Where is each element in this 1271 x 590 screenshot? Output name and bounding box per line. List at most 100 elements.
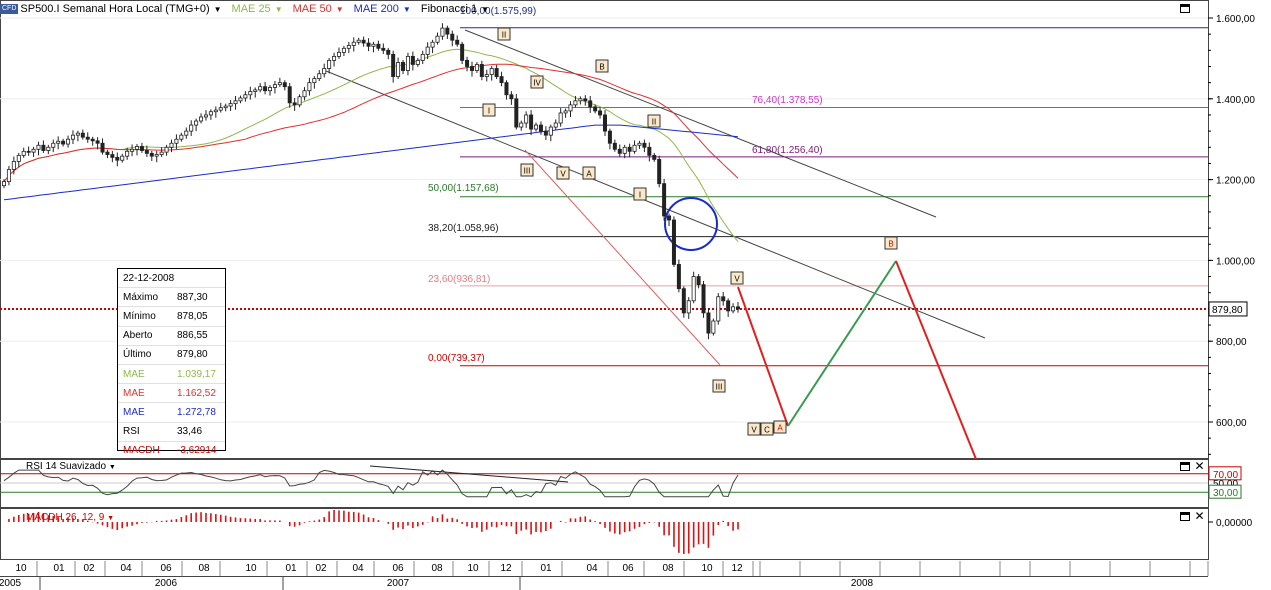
candle-body	[662, 183, 667, 217]
candle-body	[450, 33, 455, 41]
candle-body	[593, 106, 598, 112]
wave-label: III	[716, 383, 723, 392]
rsi-panel-label[interactable]: RSI 14 Suavizado ▼	[26, 461, 116, 472]
candle-body	[297, 96, 302, 106]
candle-body	[415, 60, 420, 65]
mae25-label: MAE 25	[231, 3, 271, 15]
dropdown-arrow-icon[interactable]: ▼	[107, 515, 114, 522]
dropdown-arrow-icon[interactable]: ▼	[403, 5, 411, 14]
month-label: 08	[198, 563, 210, 574]
year-label: 2008	[851, 578, 874, 589]
candle-body	[445, 27, 450, 35]
maximize-macd-icon[interactable]	[1180, 512, 1190, 521]
wave-label: A	[586, 170, 592, 179]
candle-body	[588, 100, 593, 108]
info-row-macdh: MACDH -3,62914	[118, 442, 225, 460]
candle-body	[56, 140, 61, 144]
candle-body	[164, 146, 169, 153]
candle-body	[396, 62, 401, 77]
chart-toolbar: CFD SP500.I Semanal Hora Local (TMG+0) ▼…	[0, 2, 499, 16]
dropdown-arrow-icon[interactable]: ▼	[481, 5, 489, 14]
candle-body	[612, 142, 617, 150]
candle-body	[736, 306, 741, 310]
candle-body	[686, 300, 691, 314]
info-key: MACDH	[123, 445, 160, 457]
candle-body	[263, 86, 268, 92]
dropdown-arrow-icon[interactable]: ▼	[336, 5, 344, 14]
dropdown-arrow-icon[interactable]: ▼	[275, 5, 283, 14]
candle-body	[381, 47, 386, 51]
candle-body	[189, 124, 194, 132]
candle-body	[213, 109, 218, 113]
candle-body	[110, 154, 115, 158]
candle-body	[642, 142, 647, 148]
candle-body	[671, 219, 676, 265]
wave-label: B	[888, 240, 893, 249]
data-window: 22-12-2008 Máximo 887,30 Mínimo 878,05 Abe…	[117, 268, 226, 456]
dropdown-arrow-icon[interactable]: ▼	[109, 464, 116, 471]
last-price-label: 879,80	[1212, 305, 1243, 316]
candle-body	[125, 150, 130, 157]
month-label: 10	[467, 563, 479, 574]
month-label: 10	[701, 563, 713, 574]
candle-body	[287, 86, 292, 104]
info-value: 1.272,78	[177, 406, 216, 418]
candle-body	[529, 114, 534, 130]
macd-panel-label[interactable]: MACDH 26, 12, 9 ▼	[26, 512, 114, 523]
price-tick-label: 800,00	[1216, 337, 1247, 348]
fib-label-f500: 50,00(1.157,68)	[428, 183, 499, 194]
candle-body	[391, 53, 396, 77]
symbol-selector[interactable]: CFD SP500.I Semanal Hora Local (TMG+0) ▼	[0, 3, 222, 15]
candle-body	[351, 41, 356, 46]
mae25-indicator[interactable]: MAE 25 ▼	[232, 3, 283, 15]
wave-label: II	[502, 31, 506, 40]
candle-body	[327, 60, 332, 69]
candle-body	[681, 288, 686, 314]
candle-body	[563, 110, 568, 114]
info-key: Mínimo	[123, 310, 156, 322]
maximize-main-icon[interactable]	[1180, 4, 1190, 13]
wave-label: C	[764, 426, 770, 435]
candle-body	[460, 43, 465, 61]
close-rsi-icon[interactable]: ✕	[1194, 460, 1205, 472]
dropdown-arrow-icon[interactable]: ▼	[214, 5, 222, 14]
candle-body	[667, 215, 672, 221]
candle-body	[716, 296, 721, 322]
candle-body	[543, 130, 548, 136]
candle-body	[430, 41, 435, 48]
candle-body	[701, 284, 706, 314]
candle-body	[504, 82, 509, 96]
candle-body	[647, 146, 652, 156]
rsi-tick-label: 30,00	[1213, 488, 1238, 499]
candle-body	[115, 156, 120, 161]
candle-body	[139, 146, 144, 151]
candle-body	[243, 94, 248, 99]
mae200-indicator[interactable]: MAE 200 ▼	[354, 3, 411, 15]
candle-body	[435, 35, 440, 43]
candle-body	[622, 146, 627, 154]
info-key: MAE	[123, 368, 145, 380]
maximize-rsi-icon[interactable]	[1180, 462, 1190, 471]
candle-body	[637, 142, 642, 146]
candle-body	[386, 49, 391, 55]
candle-body	[154, 154, 159, 157]
candle-body	[80, 132, 85, 138]
candle-body	[41, 144, 46, 151]
fib-label-f618: 61,80(1.256,40)	[752, 145, 823, 156]
fib-label-f382: 38,20(1.058,96)	[428, 223, 499, 234]
mae50-indicator[interactable]: MAE 50 ▼	[293, 3, 344, 15]
candle-body	[248, 91, 253, 96]
close-macd-icon[interactable]: ✕	[1194, 510, 1205, 522]
candle-body	[371, 43, 376, 47]
candle-body	[361, 39, 366, 44]
candle-body	[519, 122, 524, 128]
fibonacci-tool[interactable]: Fibonacci 1 ▼	[421, 3, 489, 15]
candle-body	[85, 136, 90, 140]
candle-body	[657, 158, 662, 185]
candle-body	[95, 140, 100, 144]
candle-body	[514, 98, 519, 128]
candle-body	[494, 68, 499, 77]
candle-body	[558, 112, 563, 124]
candle-body	[90, 138, 95, 142]
month-label: 01	[53, 563, 65, 574]
